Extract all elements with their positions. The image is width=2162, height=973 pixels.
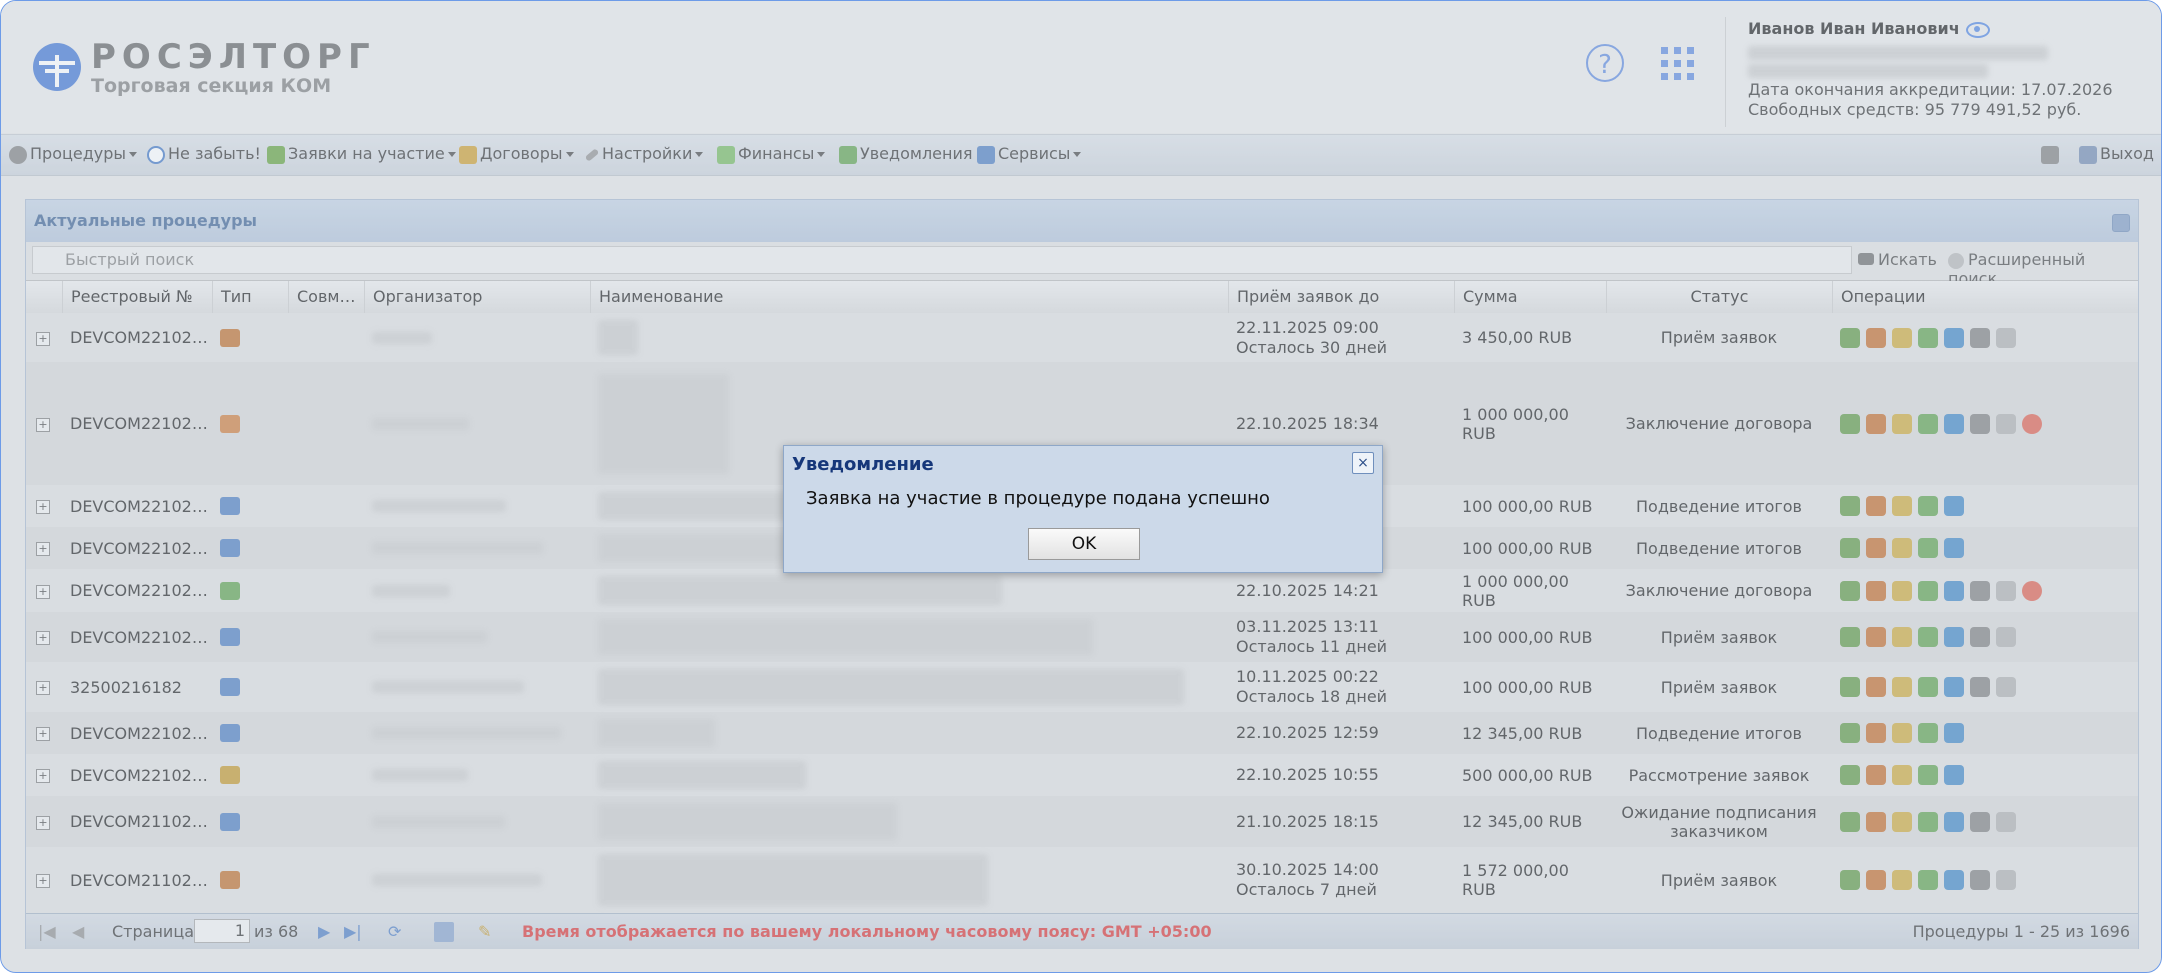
ok-button[interactable]: OK (1028, 528, 1140, 560)
notification-dialog: Уведомление × Заявка на участие в процед… (783, 445, 1383, 573)
dialog-message: Заявка на участие в процедуре подана усп… (806, 488, 1270, 509)
close-icon[interactable]: × (1352, 452, 1374, 474)
app-window: РОСЭЛТОРГ Торговая секция КОМ ? Иванов И… (0, 0, 2162, 973)
dialog-title: Уведомление (792, 454, 934, 475)
